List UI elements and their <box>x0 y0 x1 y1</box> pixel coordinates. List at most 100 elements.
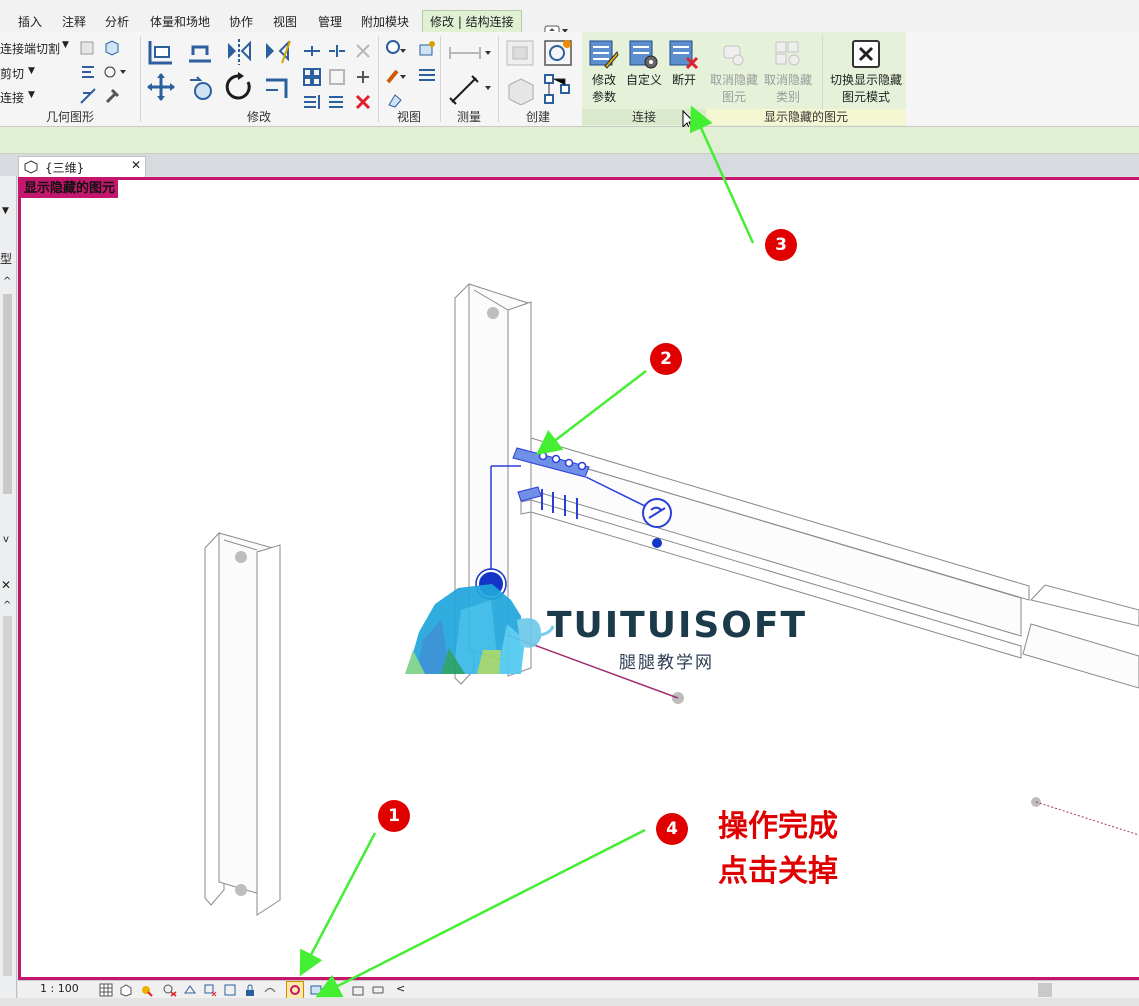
dropdown-arrow-icon[interactable]: ▼ <box>28 66 35 76</box>
unhide-category-icon <box>772 38 804 70</box>
scroll-up-icon[interactable]: ^ <box>3 276 11 287</box>
render-icon[interactable] <box>182 982 198 998</box>
properties-strip: ✕ ▼ 型 ^ v ✕ ^ <box>0 154 17 1006</box>
3d-view-icon <box>23 159 39 175</box>
hammer-icon[interactable] <box>102 86 122 106</box>
crop-view-icon[interactable] <box>202 982 218 998</box>
cope-cut-button[interactable]: 连接端切割 <box>0 40 60 57</box>
tab-analyze[interactable]: 分析 <box>105 13 129 30</box>
show-analytical-model-icon[interactable] <box>328 982 344 998</box>
copy-icon[interactable] <box>185 72 215 102</box>
highlight-displacement-icon[interactable] <box>350 982 366 998</box>
view-tab-3d[interactable]: {三维} ✕ <box>18 156 146 177</box>
toggle-reveal-label[interactable]: 切换显示隐藏 <box>826 72 906 89</box>
mirror-pick-axis-icon[interactable] <box>224 37 254 67</box>
panel-label-create: 创建 <box>525 110 550 124</box>
aligned-dimension-icon[interactable] <box>448 74 492 106</box>
panel-label-modify: 修改 <box>246 110 271 124</box>
wall-join-icon[interactable] <box>78 62 98 82</box>
create-assembly-icon[interactable] <box>542 72 574 106</box>
create-similar-icon[interactable] <box>504 38 536 68</box>
close-icon[interactable]: ✕ <box>131 158 141 172</box>
create-group-icon[interactable] <box>542 38 574 68</box>
tab-modify-structural-connection[interactable]: 修改 | 结构连接 <box>422 10 522 33</box>
tab-view[interactable]: 视图 <box>273 13 297 30</box>
reveal-constraints-icon[interactable] <box>370 982 386 998</box>
scrollbar-thumb[interactable] <box>3 294 12 494</box>
trim-extend-icon[interactable] <box>262 72 292 102</box>
scale-disabled-icon <box>326 66 348 88</box>
show-crop-icon[interactable] <box>222 982 238 998</box>
tab-addins[interactable]: 附加模块 <box>361 13 409 30</box>
modify-parameters-label[interactable]: 修改 <box>585 72 623 89</box>
tab-annotate[interactable]: 注释 <box>62 13 86 30</box>
tab-massing-site[interactable]: 体量和场地 <box>150 13 210 30</box>
model-3d-view[interactable] <box>21 180 1139 977</box>
dropdown-arrow-icon[interactable]: ▼ <box>28 90 35 100</box>
move-icon[interactable] <box>146 72 176 102</box>
create-parts-icon[interactable] <box>504 76 536 106</box>
cut-button[interactable]: 剪切 <box>0 65 24 82</box>
demolish-icon[interactable] <box>102 62 128 82</box>
array-icon[interactable] <box>301 66 323 88</box>
view-scale[interactable]: 1 : 100 <box>40 982 79 995</box>
tab-manage[interactable]: 管理 <box>318 13 342 30</box>
sun-path-icon[interactable] <box>138 982 154 998</box>
split-face-icon[interactable] <box>78 38 98 58</box>
unpin-icon[interactable] <box>352 66 374 88</box>
mirror-draw-axis-icon[interactable] <box>262 37 292 67</box>
align-tool-icon[interactable] <box>146 37 176 67</box>
lightbulb-icon[interactable] <box>384 38 408 60</box>
temp-hide-icon[interactable] <box>262 982 278 998</box>
custom-connection-icon[interactable] <box>627 38 659 70</box>
scrollbar-thumb[interactable] <box>1038 983 1052 997</box>
split-element-icon[interactable] <box>301 40 323 62</box>
unhide-category-label: 取消隐藏 <box>763 73 812 87</box>
modify-parameters-label-2[interactable]: 参数 <box>585 89 623 106</box>
reveal-hidden-banner: 显示隐藏的图元 <box>21 180 119 198</box>
toggle-reveal-close-icon[interactable] <box>850 38 882 70</box>
override-graphics-icon[interactable] <box>416 38 438 60</box>
linework-brush-icon[interactable] <box>384 64 408 86</box>
annotation-note-line-1: 操作完成 <box>718 809 838 844</box>
status-bar <box>0 998 1139 1006</box>
paint-icon[interactable] <box>102 38 122 58</box>
dropdown-arrow-icon[interactable]: ▼ <box>62 40 69 50</box>
tab-insert[interactable]: 插入 <box>18 13 42 30</box>
cut-profile-icon[interactable] <box>384 90 406 110</box>
disconnect-icon[interactable] <box>667 38 699 70</box>
detail-level-icon[interactable] <box>98 982 114 998</box>
join-button[interactable]: 连接 <box>0 89 24 106</box>
drawing-canvas[interactable]: TUITUISOFT 腿腿教学网 <box>18 177 1139 980</box>
scrollbar-thumb[interactable] <box>3 616 12 976</box>
quick-access-toolbar <box>0 0 1139 10</box>
collapse-arrow-icon[interactable]: < <box>396 982 405 995</box>
measure-distance-icon[interactable] <box>448 42 492 64</box>
tab-collaborate[interactable]: 协作 <box>229 13 253 30</box>
view-control-bar: 1 : 100 < <box>18 980 1139 999</box>
modify-parameters-icon[interactable] <box>587 38 619 70</box>
visual-style-icon[interactable] <box>118 982 134 998</box>
split-with-gap-icon[interactable] <box>326 40 348 62</box>
shadows-icon[interactable] <box>162 982 178 998</box>
close-icon[interactable]: ✕ <box>1 578 11 592</box>
rotate-icon[interactable] <box>224 72 254 102</box>
toggle-reveal-label-2[interactable]: 图元模式 <box>826 89 906 106</box>
lock-view-icon[interactable] <box>242 982 258 998</box>
dropdown-arrow-icon[interactable]: ▼ <box>2 206 9 216</box>
thin-lines-icon[interactable] <box>416 64 438 86</box>
annotation-note-line-2: 点击关掉 <box>718 854 838 889</box>
callout-2: 2 <box>650 343 682 375</box>
scroll-up-icon[interactable]: ^ <box>3 600 11 611</box>
custom-connection-label[interactable]: 自定义 <box>622 72 666 89</box>
offset-icon[interactable] <box>185 37 215 67</box>
temp-view-properties-icon[interactable] <box>308 982 324 998</box>
type-label: 型 <box>0 252 13 266</box>
reveal-hidden-elements-icon[interactable] <box>286 981 304 999</box>
callout-4: 4 <box>656 813 688 845</box>
watermark-subtitle: 腿腿教学网 <box>619 653 714 673</box>
scroll-down-icon[interactable]: v <box>3 534 9 545</box>
unhide-element-label: 取消隐藏 <box>709 73 758 87</box>
disconnect-label[interactable]: 断开 <box>664 72 704 89</box>
align-icon[interactable] <box>78 86 98 106</box>
